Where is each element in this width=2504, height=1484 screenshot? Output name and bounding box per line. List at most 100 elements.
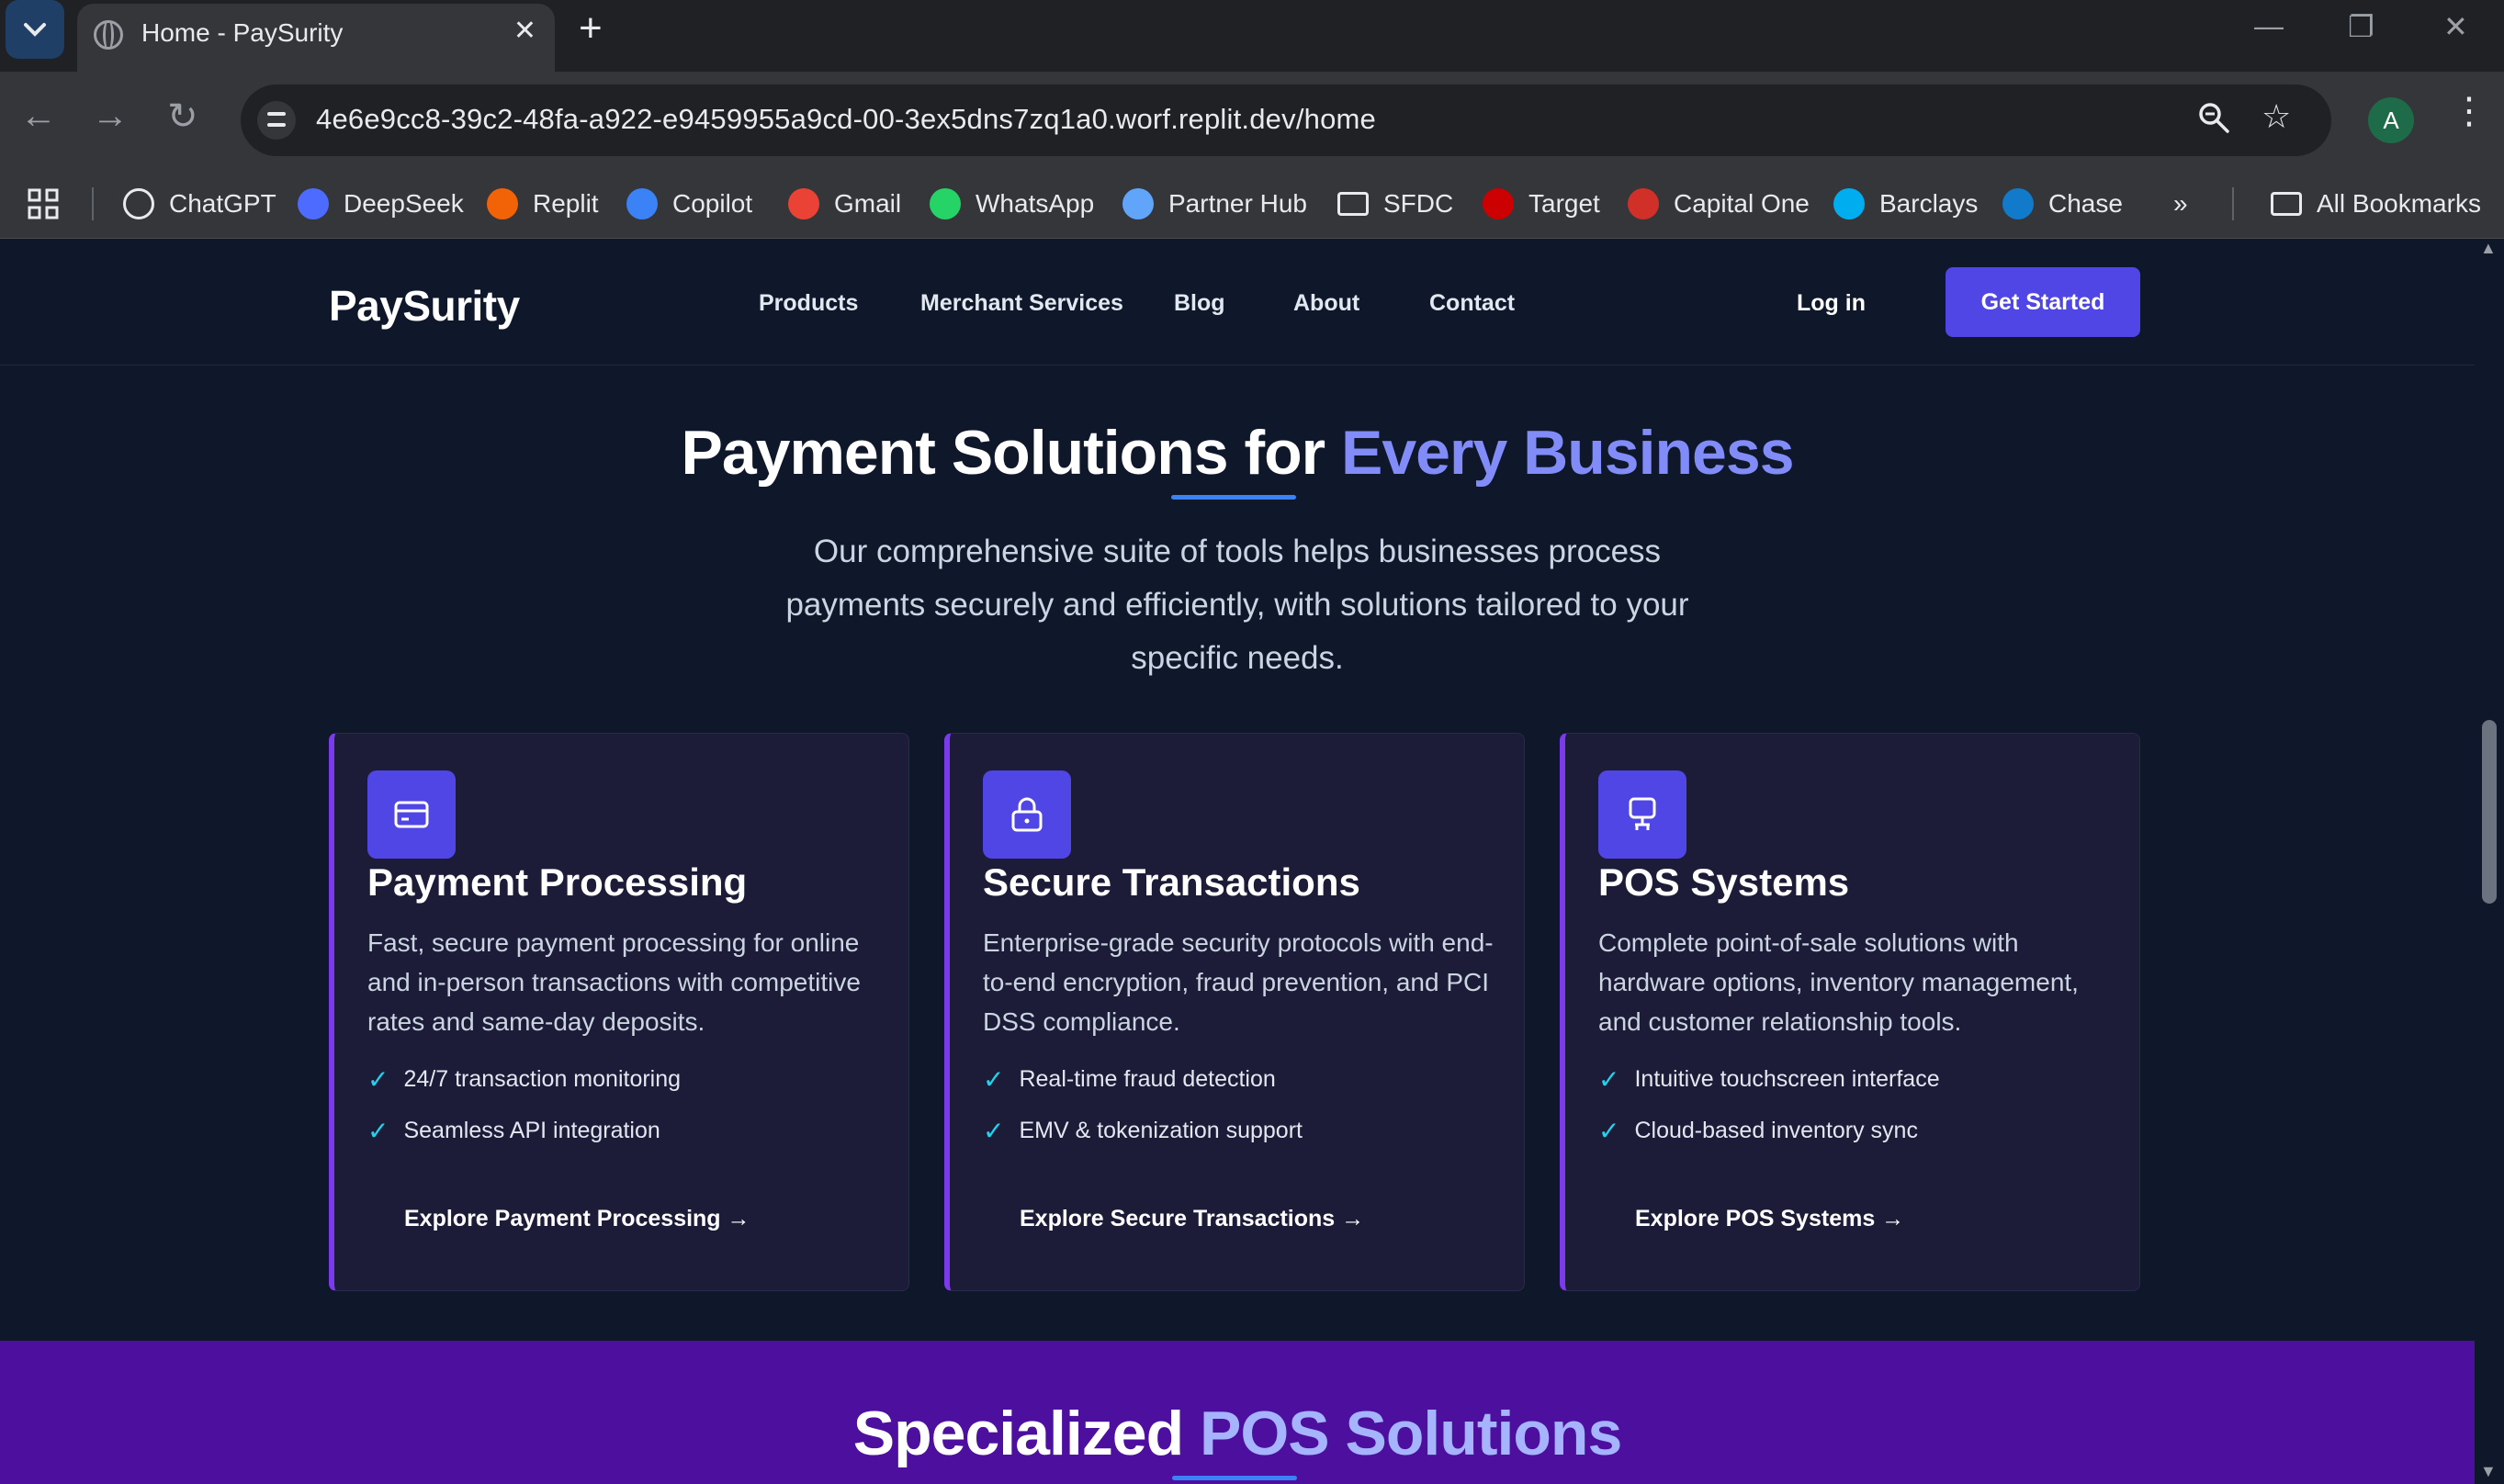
feature-label: Real-time fraud detection bbox=[1019, 1066, 1276, 1092]
site-info-icon[interactable] bbox=[257, 101, 296, 140]
tab-title: Home - PaySurity bbox=[141, 18, 344, 47]
nav-link-products[interactable]: Products bbox=[759, 290, 858, 317]
scroll-thumb[interactable] bbox=[2482, 720, 2497, 904]
feature-label: Cloud-based inventory sync bbox=[1634, 1118, 1918, 1143]
card-title: POS Systems bbox=[1598, 860, 1850, 904]
bookmark-label: Target bbox=[1528, 189, 1600, 218]
check-icon: ✓ bbox=[367, 1117, 389, 1145]
site-logo[interactable]: PaySurity bbox=[329, 281, 520, 331]
scroll-down-icon[interactable]: ▼ bbox=[2480, 1462, 2497, 1481]
explore-pos-systems-link[interactable]: Explore POS Systems → bbox=[1635, 1206, 1904, 1232]
capital-one-icon bbox=[1628, 188, 1659, 219]
login-link[interactable]: Log in bbox=[1797, 290, 1866, 317]
deepseek-icon bbox=[298, 188, 329, 219]
close-window-icon[interactable]: ✕ bbox=[2443, 9, 2468, 44]
feature-item: ✓ Seamless API integration bbox=[367, 1116, 660, 1146]
hero-title-accent: Every Business bbox=[1341, 418, 1795, 488]
address-bar[interactable]: 4e6e9cc8-39c2-48fa-a922-e9459955a9cd-00-… bbox=[241, 84, 2331, 156]
forward-arrow-icon[interactable]: → bbox=[92, 96, 129, 137]
card-description: Fast, secure payment processing for onli… bbox=[367, 928, 861, 1036]
feature-item: ✓ EMV & tokenization support bbox=[983, 1116, 1303, 1146]
chase-icon bbox=[2002, 188, 2034, 219]
bookmark-label: Chase bbox=[2048, 189, 2123, 218]
explore-secure-transactions-link[interactable]: Explore Secure Transactions → bbox=[1020, 1206, 1364, 1232]
bookmark-label: SFDC bbox=[1383, 189, 1454, 218]
lock-icon bbox=[983, 770, 1071, 859]
reload-icon[interactable]: ↻ bbox=[167, 96, 198, 138]
bookmark-replit[interactable]: Replit bbox=[487, 186, 599, 222]
bookmark-label: Gmail bbox=[834, 189, 902, 218]
bookmark-target[interactable]: Target bbox=[1483, 186, 1600, 222]
bookmark-star-icon[interactable]: ☆ bbox=[2261, 97, 2291, 136]
feature-item: ✓ 24/7 transaction monitoring bbox=[367, 1064, 681, 1095]
check-icon: ✓ bbox=[1598, 1117, 1620, 1145]
new-tab-button[interactable]: + bbox=[579, 6, 603, 51]
check-icon: ✓ bbox=[983, 1117, 1005, 1145]
profile-avatar[interactable]: A bbox=[2368, 97, 2414, 143]
bookmark-deepseek[interactable]: DeepSeek bbox=[298, 186, 464, 222]
bookmark-label: WhatsApp bbox=[976, 189, 1095, 218]
nav-link-blog[interactable]: Blog bbox=[1174, 290, 1225, 317]
nav-link-contact[interactable]: Contact bbox=[1429, 290, 1515, 317]
explore-payment-processing-link[interactable]: Explore Payment Processing → bbox=[404, 1206, 750, 1232]
feature-item: ✓ Cloud-based inventory sync bbox=[1598, 1116, 1918, 1146]
bookmark-capital-one[interactable]: Capital One bbox=[1628, 186, 1810, 222]
browser-toolbar: ← → ↻ 4e6e9cc8-39c2-48fa-a922-e9459955a9… bbox=[0, 72, 2504, 169]
url-text[interactable]: 4e6e9cc8-39c2-48fa-a922-e9459955a9cd-00-… bbox=[316, 103, 1376, 136]
bookmarks-overflow-button[interactable]: » bbox=[2173, 186, 2188, 222]
menu-kebab-icon[interactable]: ⋮ bbox=[2451, 90, 2487, 132]
pos-title-underline bbox=[1172, 1476, 1297, 1480]
bookmarks-bar: » All Bookmarks ChatGPT DeepSeek Replit Cop… bbox=[0, 169, 2504, 239]
scroll-up-icon[interactable]: ▲ bbox=[2480, 239, 2497, 258]
bookmark-whatsapp[interactable]: WhatsApp bbox=[930, 186, 1094, 222]
feature-item: ✓ Intuitive touchscreen interface bbox=[1598, 1064, 1940, 1095]
whatsapp-icon bbox=[930, 188, 961, 219]
card-title: Secure Transactions bbox=[983, 860, 1360, 904]
minimize-icon[interactable]: — bbox=[2254, 9, 2284, 43]
apps-grid-icon[interactable] bbox=[28, 186, 59, 222]
bookmark-chatgpt[interactable]: ChatGPT bbox=[123, 186, 276, 222]
zoom-icon[interactable] bbox=[2197, 101, 2230, 142]
bookmark-label: DeepSeek bbox=[344, 189, 464, 218]
bookmark-copilot[interactable]: Copilot bbox=[626, 186, 752, 222]
all-bookmarks-label: All Bookmarks bbox=[2317, 189, 2481, 218]
tab-search-button[interactable] bbox=[6, 0, 64, 59]
feature-card-pos-systems: POS Systems Complete point-of-sale solut… bbox=[1560, 733, 2140, 1291]
folder-icon bbox=[2271, 192, 2302, 216]
bookmark-label: Replit bbox=[533, 189, 599, 218]
nav-link-merchant-services[interactable]: Merchant Services bbox=[920, 290, 1123, 317]
bookmark-sfdc[interactable]: SFDC bbox=[1337, 186, 1453, 222]
tab-close-icon[interactable]: ✕ bbox=[513, 15, 536, 47]
folder-icon bbox=[1337, 192, 1369, 216]
check-icon: ✓ bbox=[1598, 1065, 1620, 1094]
bookmark-barclays[interactable]: Barclays bbox=[1833, 186, 1978, 222]
bookmark-label: Partner Hub bbox=[1168, 189, 1307, 218]
hero-title: Payment Solutions for Every Business bbox=[0, 417, 2475, 489]
web-page: PaySurity Products Merchant Services Blo… bbox=[0, 239, 2475, 1484]
get-started-button[interactable]: Get Started bbox=[1946, 267, 2140, 337]
barclays-icon bbox=[1833, 188, 1865, 219]
bookmark-chase[interactable]: Chase bbox=[2002, 186, 2123, 222]
bookmark-partner-hub[interactable]: Partner Hub bbox=[1122, 186, 1307, 222]
restore-icon[interactable]: ❐ bbox=[2348, 9, 2374, 44]
feature-label: 24/7 transaction monitoring bbox=[403, 1066, 682, 1092]
all-bookmarks-button[interactable]: All Bookmarks bbox=[2271, 186, 2481, 222]
nav-link-about[interactable]: About bbox=[1293, 290, 1359, 317]
active-tab[interactable]: Home - PaySurity ✕ bbox=[77, 4, 555, 72]
pos-section-title: Specialized POS Solutions bbox=[0, 1398, 2475, 1469]
pos-terminal-icon bbox=[1598, 770, 1686, 859]
check-icon: ✓ bbox=[367, 1065, 389, 1094]
globe-icon bbox=[94, 20, 123, 50]
back-arrow-icon[interactable]: ← bbox=[20, 96, 57, 137]
pos-title-main: Specialized bbox=[852, 1399, 1201, 1468]
card-description: Complete point-of-sale solutions with ha… bbox=[1598, 928, 2079, 1036]
bookmark-gmail[interactable]: Gmail bbox=[788, 186, 901, 222]
hero-subtitle: Our comprehensive suite of tools helps b… bbox=[785, 534, 1689, 676]
bookmark-label: Capital One bbox=[1674, 189, 1810, 218]
browser-tab-strip: Home - PaySurity ✕ + — ❐ ✕ bbox=[0, 0, 2504, 72]
page-scrollbar[interactable]: ▲ ▼ bbox=[2475, 239, 2504, 1484]
check-icon: ✓ bbox=[983, 1065, 1005, 1094]
credit-card-icon bbox=[367, 770, 456, 859]
pos-title-accent: POS Solutions bbox=[1200, 1399, 1622, 1468]
feature-label: EMV & tokenization support bbox=[1019, 1118, 1303, 1143]
